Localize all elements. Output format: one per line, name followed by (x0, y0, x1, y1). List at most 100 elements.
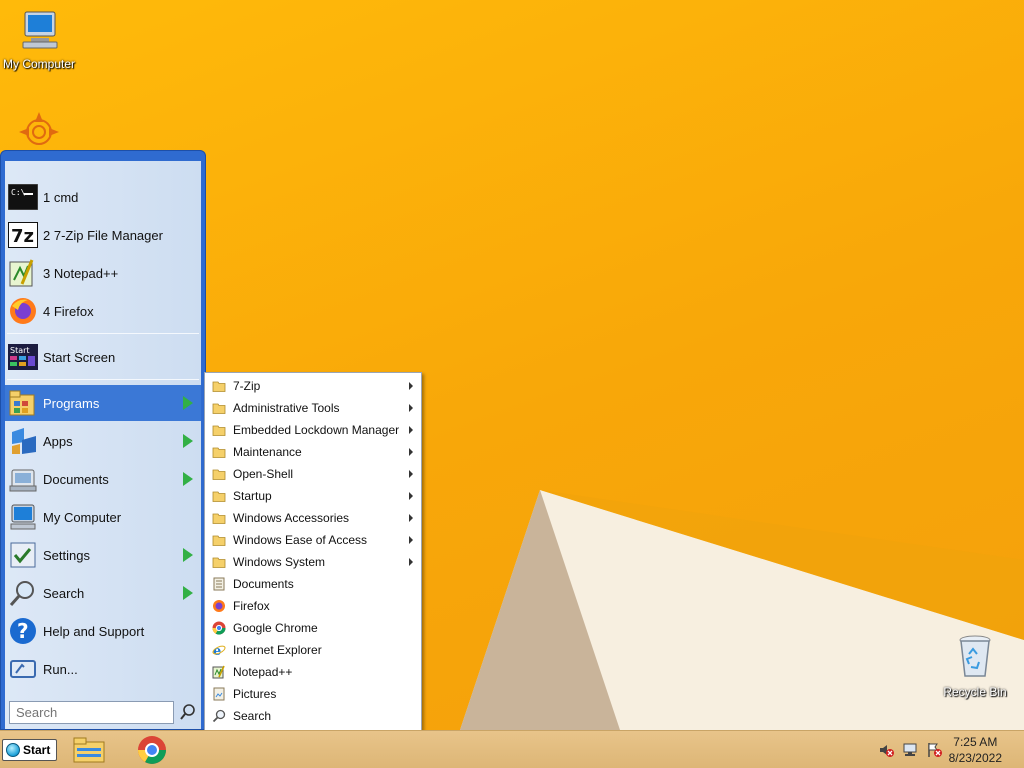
programs-menu-item-label: Open-Shell (233, 467, 294, 481)
svg-text:?: ? (17, 619, 29, 643)
submenu-arrow-icon (183, 396, 193, 410)
programs-submenu: 7-Zip Administrative Tools Embedded Lockdo… (204, 372, 422, 750)
taskbar: Start 7:25 AM 8/23/2022 (0, 730, 1024, 768)
start-button[interactable]: Start (2, 739, 57, 761)
documents-icon (7, 463, 39, 495)
clock[interactable]: 7:25 AM 8/23/2022 (949, 734, 1002, 766)
submenu-arrow-icon (409, 514, 413, 522)
svg-text:Start: Start (10, 346, 30, 355)
network-icon[interactable] (902, 742, 918, 758)
desktop-icon-label: Recycle Bin (943, 685, 1007, 699)
programs-menu-item[interactable]: Embedded Lockdown Manager (207, 419, 419, 441)
start-menu-item-label: Settings (43, 547, 90, 563)
submenu-arrow-icon (409, 470, 413, 478)
programs-menu-item[interactable]: Open-Shell (207, 463, 419, 485)
start-menu-item-label: 1 cmd (43, 189, 79, 205)
clock-time: 7:25 AM (953, 735, 998, 749)
apps-icon (7, 425, 39, 457)
programs-menu-item[interactable]: Documents (207, 573, 419, 595)
firefox-icon (211, 598, 227, 614)
desktop-icon-partial[interactable] (0, 110, 79, 150)
start-menu-documents[interactable]: Documents (5, 461, 201, 497)
programs-menu-item-label: Windows Accessories (233, 511, 350, 525)
start-menu-help[interactable]: ? Help and Support (5, 613, 201, 649)
chrome-icon (211, 620, 227, 636)
chrome-icon[interactable] (135, 734, 169, 766)
start-menu-apps[interactable]: Apps (5, 423, 201, 459)
svg-text:7z: 7z (11, 226, 34, 247)
programs-menu-item-label: Maintenance (233, 445, 302, 459)
programs-menu-item[interactable]: Startup (207, 485, 419, 507)
programs-menu-item-label: Google Chrome (233, 621, 318, 635)
start-menu-item-label: Documents (43, 471, 109, 487)
programs-menu-item[interactable]: Windows Ease of Access (207, 529, 419, 551)
folder-icon (211, 466, 227, 482)
programs-menu-item-label: Windows System (233, 555, 326, 569)
ie-icon: e (211, 642, 227, 658)
svg-text:C:\: C:\ (11, 188, 26, 197)
start-menu-item-label: Programs (43, 395, 100, 411)
programs-menu-item[interactable]: Google Chrome (207, 617, 419, 639)
system-tray: 7:25 AM 8/23/2022 (864, 731, 1024, 768)
folder-icon (211, 378, 227, 394)
programs-menu-item-label: Search (233, 709, 272, 723)
start-menu: C:\ 1 cmd 7z 2 7-Zip File Manager 3 Note… (0, 150, 206, 730)
volume-muted-icon[interactable] (878, 742, 894, 758)
desktop-icon-recycle-bin[interactable]: Recycle Bin (935, 632, 1015, 699)
submenu-arrow-icon (409, 382, 413, 390)
folder-icon (211, 554, 227, 570)
programs-menu-item[interactable]: Pictures (207, 683, 419, 705)
programs-menu-item[interactable]: Maintenance (207, 441, 419, 463)
folder-icon (211, 444, 227, 460)
submenu-arrow-icon (409, 558, 413, 566)
submenu-arrow-icon (409, 426, 413, 434)
start-menu-programs[interactable]: Programs (5, 385, 201, 421)
start-menu-run[interactable]: Run... (5, 651, 201, 687)
start-menu-search-input[interactable] (9, 701, 174, 724)
documents-icon (211, 576, 227, 592)
programs-menu-item[interactable]: Administrative Tools (207, 397, 419, 419)
programs-menu-item[interactable]: Windows Accessories (207, 507, 419, 529)
start-menu-start-screen[interactable]: Start Start Screen (5, 339, 201, 375)
search-icon[interactable] (179, 703, 197, 721)
start-screen-icon: Start (7, 341, 39, 373)
programs-menu-item-label: Pictures (233, 687, 277, 701)
submenu-arrow-icon (183, 586, 193, 600)
start-menu-recent-notepadpp[interactable]: 3 Notepad++ (5, 255, 201, 291)
desktop-icon-label: My Computer (2, 57, 76, 71)
programs-menu-item[interactable]: e Internet Explorer (207, 639, 419, 661)
desktop-icon-my-computer[interactable]: My Computer (0, 10, 79, 71)
start-menu-item-label: Start Screen (43, 349, 116, 365)
start-menu-item-label: Search (43, 585, 85, 601)
folder-icon (211, 510, 227, 526)
submenu-arrow-icon (183, 434, 193, 448)
recycle-bin-icon (959, 635, 991, 677)
programs-menu-item-label: Startup (233, 489, 272, 503)
start-menu-item-label: My Computer (43, 509, 122, 525)
start-menu-my-computer[interactable]: My Computer (5, 499, 201, 535)
start-menu-recent-firefox[interactable]: 4 Firefox (5, 293, 201, 329)
firefox-icon (7, 295, 39, 327)
programs-menu-item-label: Firefox (233, 599, 270, 613)
programs-menu-item-label: Embedded Lockdown Manager (233, 423, 400, 437)
start-menu-item-label: 4 Firefox (43, 303, 94, 319)
submenu-arrow-icon (409, 404, 413, 412)
programs-menu-item[interactable]: Firefox (207, 595, 419, 617)
programs-menu-item[interactable]: 7-Zip (207, 375, 419, 397)
start-menu-separator (7, 379, 199, 380)
file-explorer-icon[interactable] (72, 734, 106, 766)
7zip-icon: 7z (7, 219, 39, 251)
start-menu-recent-7zip[interactable]: 7z 2 7-Zip File Manager (5, 217, 201, 253)
start-menu-search[interactable]: Search (5, 575, 201, 611)
computer-icon (7, 501, 39, 533)
action-center-flag-icon[interactable] (926, 742, 942, 758)
help-icon: ? (7, 615, 39, 647)
programs-menu-item[interactable]: Windows System (207, 551, 419, 573)
start-menu-item-label: 2 7-Zip File Manager (43, 227, 163, 243)
programs-menu-item[interactable]: Notepad++ (207, 661, 419, 683)
start-menu-recent-cmd[interactable]: C:\ 1 cmd (5, 179, 201, 215)
settings-icon (7, 539, 39, 571)
programs-menu-item-label: Documents (233, 577, 294, 591)
programs-menu-item[interactable]: Search (207, 705, 419, 727)
start-menu-settings[interactable]: Settings (5, 537, 201, 573)
